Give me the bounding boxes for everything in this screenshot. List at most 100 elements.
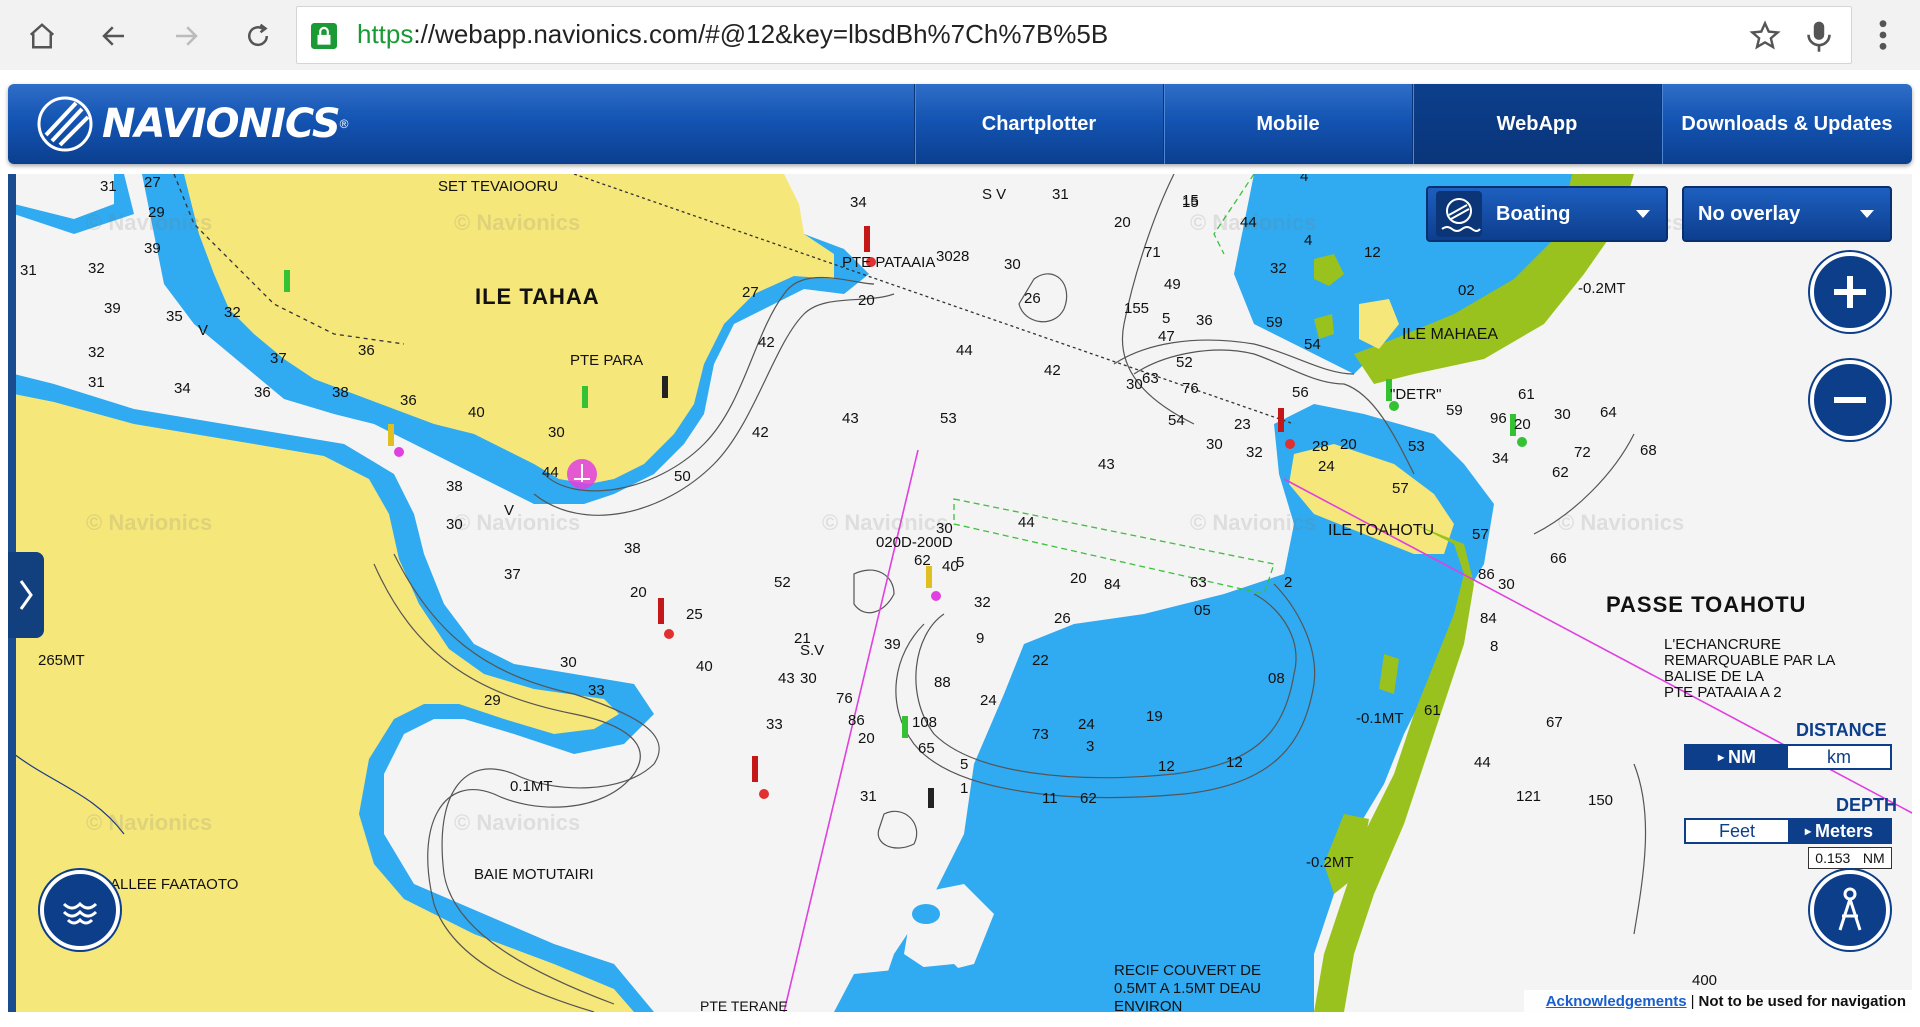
depth-sounding: 12 — [1158, 758, 1175, 775]
overlay-dropdown[interactable]: No overlay — [1682, 186, 1892, 242]
place-label: 0.1MT — [510, 778, 553, 795]
disclaimer-text: Not to be used for navigation — [1698, 992, 1906, 1010]
distance-option-nm[interactable]: ▸ NM — [1686, 746, 1788, 768]
distance-option-km[interactable]: km — [1788, 746, 1890, 768]
depth-sounding: 49 — [1164, 276, 1181, 293]
depth-sounding: 38 — [446, 478, 463, 495]
depth-sounding: 30 — [548, 424, 565, 441]
place-label: S V — [982, 186, 1007, 203]
depth-sounding: 27 — [742, 284, 759, 301]
depth-sounding: 121 — [1516, 788, 1542, 805]
depth-sounding: 30 — [1126, 376, 1143, 393]
dropdown-arrow-icon — [1860, 210, 1874, 218]
menu-dots-icon[interactable] — [1868, 18, 1898, 52]
nautical-chart-map[interactable]: © Navionics © Navionics © Navionics © Na… — [14, 174, 1912, 1012]
depth-sounding: 86 — [1478, 566, 1495, 583]
depth-sounding: 08 — [1268, 670, 1285, 687]
scale-value: 0.153 — [1815, 850, 1851, 866]
place-label: PTE TERANE — [700, 998, 788, 1012]
depth-sounding: 4 — [1300, 174, 1309, 185]
mode-dropdown[interactable]: Boating — [1426, 186, 1668, 242]
depth-sounding: 53 — [1408, 438, 1425, 455]
depth-sounding: 05 — [1194, 602, 1211, 619]
place-label: SET TEVAIOORU — [438, 178, 559, 195]
depth-sounding: 30 — [936, 520, 953, 537]
dropdown-arrow-icon — [1636, 210, 1650, 218]
distance-toggle: ▸ NM km — [1684, 744, 1892, 770]
depth-sounding: 26 — [1024, 290, 1041, 307]
depth-sounding: 72 — [1574, 444, 1591, 461]
depth-option-meters[interactable]: ▸ Meters — [1788, 820, 1890, 842]
place-label: PTE PARA — [570, 352, 644, 369]
side-panel-toggle[interactable] — [8, 552, 44, 638]
depth-sounding: 20 — [1340, 436, 1357, 453]
depth-sounding: 38 — [332, 384, 349, 401]
place-label: L'ECHANCRURE — [1664, 636, 1782, 653]
depth-sounding: 29 — [148, 204, 165, 221]
depth-sounding: 12 — [1226, 754, 1243, 771]
zoom-in-button[interactable] — [1810, 252, 1890, 332]
place-label: -0.2MT — [1578, 280, 1626, 297]
depth-sounding: 5 — [956, 554, 965, 571]
nav-chartplotter[interactable]: Chartplotter — [914, 84, 1163, 164]
depth-sounding: 30 — [1206, 436, 1223, 453]
reload-icon[interactable] — [236, 14, 280, 58]
star-icon[interactable] — [1749, 20, 1781, 52]
depth-sounding: 56 — [1292, 384, 1309, 401]
nav-mobile[interactable]: Mobile — [1163, 84, 1412, 164]
depth-option-feet[interactable]: Feet — [1686, 820, 1788, 842]
depth-sounding: 39 — [104, 300, 121, 317]
depth-sounding: 20 — [1070, 570, 1087, 587]
depth-sounding: 26 — [1054, 610, 1071, 627]
minus-icon — [1834, 397, 1866, 403]
route-button[interactable] — [1810, 870, 1890, 950]
sonar-waves-icon — [62, 901, 98, 925]
nav-webapp[interactable]: WebApp — [1412, 84, 1661, 164]
logo-text: NAVIONICS — [102, 101, 341, 147]
depth-sounding: 54 — [1168, 412, 1185, 429]
distance-label: DISTANCE — [1796, 720, 1887, 740]
depth-sounding: 59 — [1266, 314, 1283, 331]
mic-icon[interactable] — [1803, 19, 1835, 53]
depth-sounding: 24 — [1078, 716, 1095, 733]
depth-sounding: 37 — [504, 566, 521, 583]
depth-sounding: 20 — [1114, 214, 1131, 231]
depth-sounding: 43 — [1098, 456, 1115, 473]
depth-sounding: 36 — [254, 384, 271, 401]
depth-sounding: 61 — [1518, 386, 1535, 403]
depth-sounding: 84 — [1480, 610, 1497, 627]
lock-icon — [311, 23, 337, 49]
depth-sounding: 30 — [1004, 256, 1021, 273]
nav-downloads-updates[interactable]: Downloads & Updates — [1661, 84, 1912, 164]
depth-sounding: 30 — [560, 654, 577, 671]
watermark: © Navionics — [454, 510, 581, 535]
depth-sounding: 31 — [20, 262, 37, 279]
depth-sounding: 71 — [1144, 244, 1161, 261]
depth-sounding: 44 — [542, 464, 559, 481]
sonar-layer-button[interactable] — [40, 870, 120, 950]
watermark: © Navionics — [86, 510, 213, 535]
depth-sounding: 86 — [848, 712, 865, 729]
url-bar[interactable]: https://webapp.navionics.com/#@12&key=lb… — [296, 6, 1852, 64]
mode-label: Boating — [1496, 202, 1571, 225]
place-label: ENVIRON — [1114, 998, 1183, 1012]
depth-sounding: 28 — [1312, 438, 1329, 455]
forward-icon[interactable] — [164, 14, 208, 58]
depth-sounding: 30 — [446, 516, 463, 533]
home-icon[interactable] — [20, 14, 64, 58]
back-icon[interactable] — [92, 14, 136, 58]
acknowledgements-link[interactable]: Acknowledgements — [1546, 993, 1687, 1010]
watermark: © Navionics — [822, 510, 949, 535]
boating-icon — [1436, 191, 1482, 237]
depth-sounding: 38 — [624, 540, 641, 557]
footer-note: Acknowledgements | Not to be used for na… — [1524, 990, 1912, 1012]
place-label: ALLEE FAATAOTO — [110, 876, 239, 893]
place-label: 0.5MT A 1.5MT DEAU — [1114, 980, 1262, 997]
watermark: © Navionics — [1558, 510, 1685, 535]
depth-sounding: 31 — [100, 178, 117, 195]
depth-sounding: 33 — [766, 716, 783, 733]
navionics-logo[interactable]: NAVIONICS ® — [36, 94, 349, 154]
zoom-out-button[interactable] — [1810, 360, 1890, 440]
depth-sounding: 3 — [1086, 738, 1095, 755]
place-label: "DETR" — [1390, 386, 1442, 403]
